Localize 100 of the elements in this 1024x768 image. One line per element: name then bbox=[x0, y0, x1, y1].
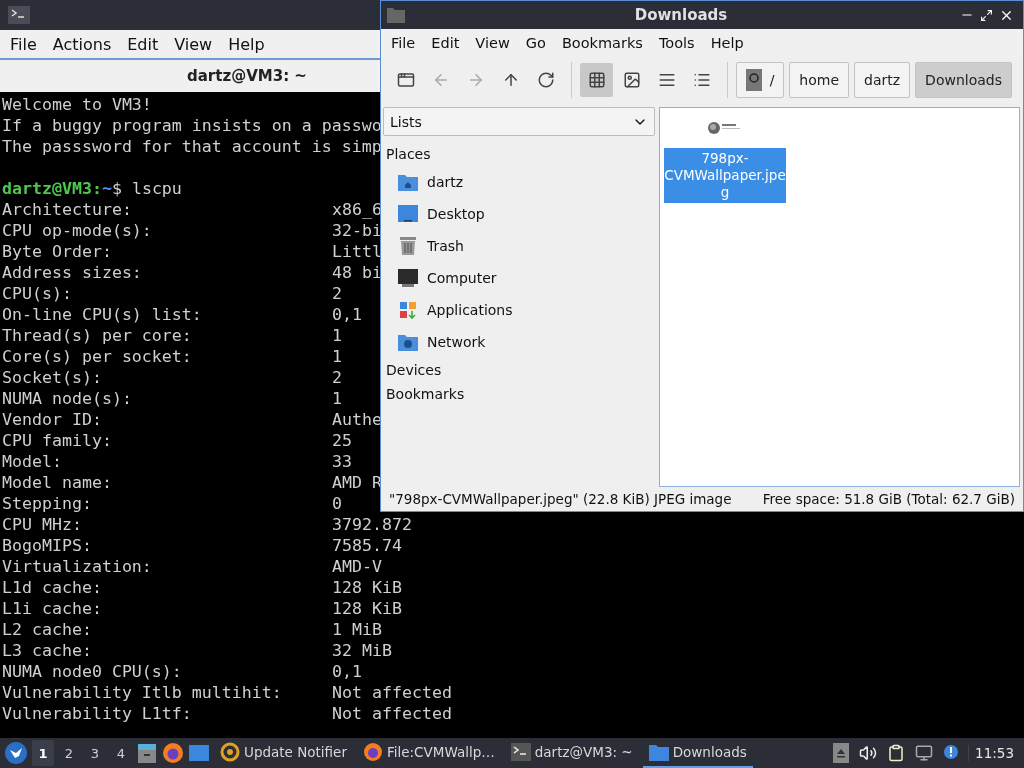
menu-item[interactable]: Help bbox=[702, 35, 752, 51]
menu-item[interactable]: File bbox=[2, 34, 45, 54]
menu-item[interactable]: Tools bbox=[650, 35, 703, 51]
view-mode-button[interactable] bbox=[579, 63, 614, 97]
clock[interactable]: 11:53 bbox=[968, 745, 1020, 761]
terminal-line: If a buggy program insists on a passwo bbox=[2, 116, 382, 135]
task-button[interactable]: Downloads bbox=[642, 738, 753, 768]
terminal-icon bbox=[8, 6, 30, 24]
reload-icon bbox=[537, 71, 556, 89]
grid-icon bbox=[587, 71, 606, 89]
output-label: On-line CPU(s) list: bbox=[2, 304, 202, 325]
menu-item[interactable]: Go bbox=[517, 35, 554, 51]
lines-icon bbox=[657, 71, 676, 89]
clipboard-icon bbox=[887, 744, 906, 762]
output-value: 0,1 bbox=[332, 661, 362, 682]
update-icon bbox=[220, 742, 240, 762]
menu-item[interactable]: Actions bbox=[44, 34, 120, 54]
output-label: Model name: bbox=[2, 472, 112, 493]
output-value: Littl bbox=[332, 241, 382, 262]
output-label: Thread(s) per core: bbox=[2, 325, 192, 346]
desktop-icon bbox=[397, 204, 419, 224]
menu-item[interactable]: View bbox=[166, 34, 221, 54]
place-item[interactable]: dartz bbox=[383, 166, 655, 198]
place-item[interactable]: Desktop bbox=[383, 198, 655, 230]
menu-item[interactable]: Bookmarks bbox=[553, 35, 651, 51]
path-button[interactable]: / bbox=[735, 62, 785, 98]
output-value: 1 bbox=[332, 346, 342, 367]
place-item[interactable]: Applications bbox=[383, 294, 655, 326]
speaker-icon bbox=[859, 744, 878, 762]
path-button[interactable]: dartz bbox=[854, 62, 911, 98]
menu-item[interactable]: Edit bbox=[119, 34, 167, 54]
file-cabinet-icon[interactable] bbox=[136, 742, 158, 764]
workspace-button[interactable]: 2 bbox=[58, 740, 80, 766]
workspace-button[interactable]: 1 bbox=[32, 740, 54, 766]
output-value: 3792.872 bbox=[332, 514, 412, 535]
window-icon[interactable] bbox=[188, 743, 210, 763]
section-title[interactable]: Bookmarks bbox=[383, 382, 655, 406]
output-label: Byte Order: bbox=[2, 241, 112, 262]
output-label: Virtualization: bbox=[2, 556, 152, 577]
output-label: Model: bbox=[2, 451, 62, 472]
terminal-icon bbox=[510, 743, 531, 761]
output-value: 1 bbox=[332, 325, 342, 346]
output-label: Vulnerability L1tf: bbox=[2, 703, 192, 724]
task-button[interactable]: File:CVMWallp… bbox=[356, 738, 501, 768]
output-label: CPU MHz: bbox=[2, 514, 82, 535]
output-label: L3 cache: bbox=[2, 640, 92, 661]
output-label: Architecture: bbox=[2, 199, 132, 220]
menu-item[interactable]: View bbox=[467, 35, 518, 51]
task-button[interactable]: Update Notifier bbox=[214, 738, 353, 768]
output-value: x86_6 bbox=[332, 199, 382, 220]
menu-item[interactable]: File bbox=[383, 35, 424, 51]
workspace-button[interactable]: 4 bbox=[110, 740, 132, 766]
output-label: Socket(s): bbox=[2, 367, 102, 388]
terminal-line: The passsword for that account is simp bbox=[2, 137, 382, 156]
section-title[interactable]: Devices bbox=[383, 358, 655, 382]
output-value: 33 bbox=[332, 451, 352, 472]
path-button[interactable]: home bbox=[789, 62, 850, 98]
applications-icon bbox=[397, 300, 419, 320]
output-label: L2 cache: bbox=[2, 619, 92, 640]
free-space-text: Free space: 51.8 GiB (Total: 62.7 GiB) bbox=[762, 491, 1015, 507]
output-value: 2 bbox=[332, 283, 342, 304]
output-label: NUMA node(s): bbox=[2, 388, 132, 409]
output-value: 32 MiB bbox=[332, 640, 392, 661]
output-value: 1 bbox=[332, 388, 342, 409]
folder-icon bbox=[648, 743, 669, 761]
prompt-line: dartz@VM3:~$ lscpu bbox=[2, 179, 182, 198]
place-item[interactable]: Computer bbox=[383, 262, 655, 294]
output-value: 25 bbox=[332, 430, 352, 451]
section-title[interactable]: Places bbox=[383, 142, 655, 166]
new-window-icon bbox=[396, 71, 415, 89]
output-label: Vulnerability Itlb multihit: bbox=[2, 682, 282, 703]
output-label: Vendor ID: bbox=[2, 409, 102, 430]
workspace-button[interactable]: 3 bbox=[84, 740, 106, 766]
drive-icon bbox=[745, 69, 762, 91]
output-label: CPU family: bbox=[2, 430, 112, 451]
output-value: 1 MiB bbox=[332, 619, 382, 640]
place-item[interactable]: Trash bbox=[383, 230, 655, 262]
menu-item[interactable]: Edit bbox=[423, 35, 468, 51]
task-button[interactable]: dartz@VM3: ~ bbox=[504, 738, 639, 768]
output-label: Address sizes: bbox=[2, 262, 142, 283]
side-pane-dropdown[interactable]: Lists bbox=[383, 107, 655, 136]
maximize-icon bbox=[980, 8, 993, 22]
output-value: 128 KiB bbox=[332, 598, 402, 619]
path-button[interactable]: Downloads bbox=[915, 62, 1012, 98]
trash-icon bbox=[397, 236, 419, 256]
place-item[interactable]: Network bbox=[383, 326, 655, 358]
output-value: Authe bbox=[332, 409, 382, 430]
menu-item[interactable]: Help bbox=[220, 34, 273, 54]
output-label: Stepping: bbox=[2, 493, 92, 514]
output-value: 128 KiB bbox=[332, 577, 402, 598]
output-label: CPU(s): bbox=[2, 283, 72, 304]
output-label: CPU op-mode(s): bbox=[2, 220, 152, 241]
output-label: L1d cache: bbox=[2, 577, 102, 598]
browser-icon bbox=[362, 742, 383, 762]
terminal-line: Welcome to VM3! bbox=[2, 95, 152, 114]
browser-icon[interactable] bbox=[162, 742, 184, 764]
output-label: BogoMIPS: bbox=[2, 535, 92, 556]
eject-icon bbox=[833, 743, 850, 763]
image-icon bbox=[622, 71, 641, 89]
output-value: AMD-V bbox=[332, 556, 382, 577]
